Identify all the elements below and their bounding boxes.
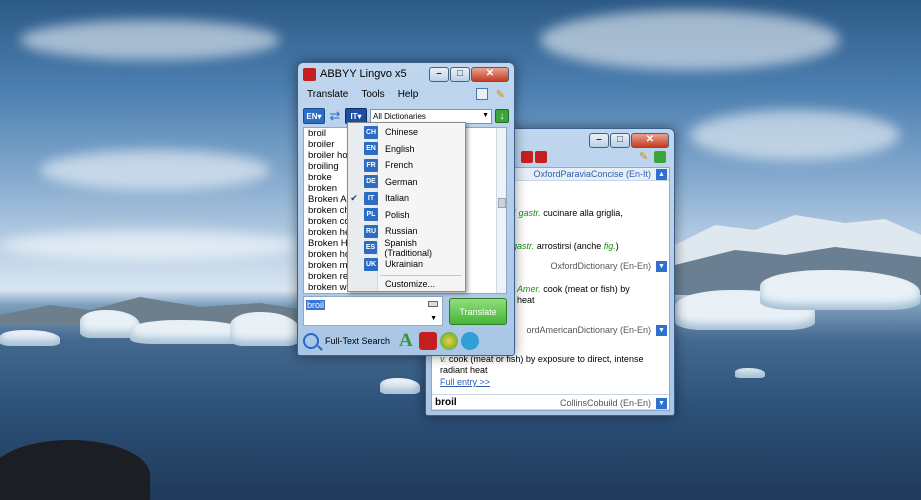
language-code-badge: CH (364, 125, 378, 139)
menu-item-language[interactable]: CH Chinese (348, 124, 465, 141)
pencil-icon[interactable]: ✎ (496, 88, 505, 101)
scroll-thumb[interactable] (498, 198, 506, 208)
cloud (40, 150, 270, 190)
translation-line: E gastr. cucinare alla griglia, (510, 208, 623, 218)
dictionary-name: CollinsCobuild (En-En) (559, 398, 651, 408)
translation-line: Amer. cook (meat or fish) by (517, 284, 630, 294)
translation-line: gastr. arrostirsi (anche fig.) (512, 241, 619, 251)
lingvo-logo-icon (303, 67, 316, 81)
language-code-badge: ES (363, 241, 378, 255)
translation-line: radiant heat (440, 365, 488, 375)
language-name: Russian (385, 226, 418, 237)
chevron-down-icon[interactable]: ▼ (430, 315, 437, 322)
cloud (690, 110, 900, 160)
source-language-button[interactable]: EN ▾ (303, 108, 325, 124)
menu-item-language[interactable]: DE German (348, 174, 465, 191)
language-code-badge: FR (364, 158, 378, 172)
language-code-badge: IT (364, 191, 378, 205)
scrollbar[interactable] (496, 128, 506, 293)
dictionary-name[interactable]: OxfordParaviaConcise (En-It) (533, 169, 651, 179)
main-titlebar[interactable]: ABBYY Lingvo x5 – □ ✕ (298, 63, 514, 85)
language-code-badge: UK (364, 257, 378, 271)
language-code-badge: EN (364, 142, 378, 156)
menu-item-language[interactable]: ES Spanish (Traditional) (348, 237, 465, 258)
minimize-button[interactable]: – (589, 132, 609, 148)
dictionary-icon[interactable] (521, 151, 533, 163)
menu-item-language[interactable]: EN English (348, 141, 465, 158)
close-button[interactable]: ✕ (471, 66, 509, 82)
menu-item-language[interactable]: PL Polish (348, 207, 465, 224)
language-code-badge: PL (364, 208, 378, 222)
iceberg (0, 330, 60, 346)
dictionary-select-value: All Dictionaries (373, 111, 426, 121)
language-name: Chinese (385, 127, 419, 138)
expand-arrow-icon[interactable]: ▼ (656, 325, 667, 336)
cloud (20, 20, 280, 60)
menu-item-language[interactable]: ✔ IT Italian (348, 190, 465, 207)
tutor-a-icon[interactable]: A (399, 330, 413, 352)
export-icon[interactable] (654, 151, 666, 163)
dictionary-name: ordAmericanDictionary (En-En) (526, 325, 651, 335)
bottom-toolbar: Full-Text Search A (303, 330, 510, 352)
menu-item-language[interactable]: UK Ukrainian (348, 256, 465, 273)
cloud (0, 230, 300, 260)
translate-button[interactable]: Translate (449, 298, 507, 325)
shop-cart-icon[interactable] (460, 332, 479, 350)
iceberg (735, 368, 765, 378)
window-title: ABBYY Lingvo x5 (320, 68, 407, 80)
language-name: Polish (385, 209, 410, 220)
menu-translate[interactable]: Translate (307, 89, 348, 100)
language-name: French (385, 160, 414, 171)
search-input-value: broil (306, 300, 326, 310)
menu-help[interactable]: Help (398, 89, 419, 100)
language-code-badge: RU (364, 224, 378, 238)
card-caption-buttons: – □ ✕ (589, 132, 669, 148)
close-button[interactable]: ✕ (631, 132, 669, 148)
maximize-button[interactable]: □ (450, 66, 470, 82)
iceberg (380, 378, 420, 394)
main-caption-buttons: – □ ✕ (429, 66, 509, 82)
menu-item-customize[interactable]: Customize... (348, 276, 435, 293)
language-name: English (385, 143, 415, 154)
keyboard-icon[interactable] (428, 301, 438, 307)
language-name: Ukrainian (385, 259, 424, 270)
swap-languages-icon[interactable]: ⇄ (328, 109, 342, 123)
menu-item-language[interactable]: FR French (348, 157, 465, 174)
dictionary-name: OxfordDictionary (En-En) (550, 261, 651, 271)
graduation-cap-icon[interactable] (418, 332, 437, 350)
expand-arrow-icon[interactable]: ▼ (656, 261, 667, 272)
headword: broil (435, 397, 457, 408)
download-icon[interactable]: ↓ (495, 109, 509, 123)
globe-icon[interactable] (439, 332, 458, 350)
search-input[interactable]: broil ▼ (303, 296, 443, 326)
iceberg (760, 270, 920, 310)
full-text-search-button[interactable]: Full-Text Search (325, 336, 390, 346)
menu-tools[interactable]: Tools (361, 89, 384, 100)
checkmark-icon: ✔ (350, 192, 358, 203)
calendar-icon[interactable] (475, 88, 488, 100)
maximize-button[interactable]: □ (610, 132, 630, 148)
cloud (540, 10, 840, 70)
search-icon[interactable] (303, 333, 319, 349)
chevron-down-icon: ▼ (482, 111, 489, 119)
pencil-icon[interactable]: ✎ (639, 151, 651, 163)
translation-line: heat (517, 295, 535, 305)
expand-arrow-icon[interactable]: ▼ (656, 398, 667, 409)
language-name: German (385, 176, 418, 187)
dictionary-icon[interactable] (535, 151, 547, 163)
language-name: Italian (385, 193, 410, 204)
language-name: Spanish (Traditional) (384, 237, 433, 258)
full-entry-link[interactable]: Full entry >> (440, 377, 490, 387)
language-code-badge: DE (364, 175, 378, 189)
minimize-button[interactable]: – (429, 66, 449, 82)
menu-bar: Translate Tools Help ✎ (298, 85, 514, 103)
collapse-arrow-icon[interactable]: ▲ (656, 169, 667, 180)
target-language-menu[interactable]: CH Chinese EN English FR French DE German ✔ IT Ita… (347, 122, 466, 292)
dict-section-header[interactable]: broil CollinsCobuild (En-En) ▼ (432, 394, 669, 410)
rock (0, 440, 150, 500)
iceberg (230, 312, 300, 346)
